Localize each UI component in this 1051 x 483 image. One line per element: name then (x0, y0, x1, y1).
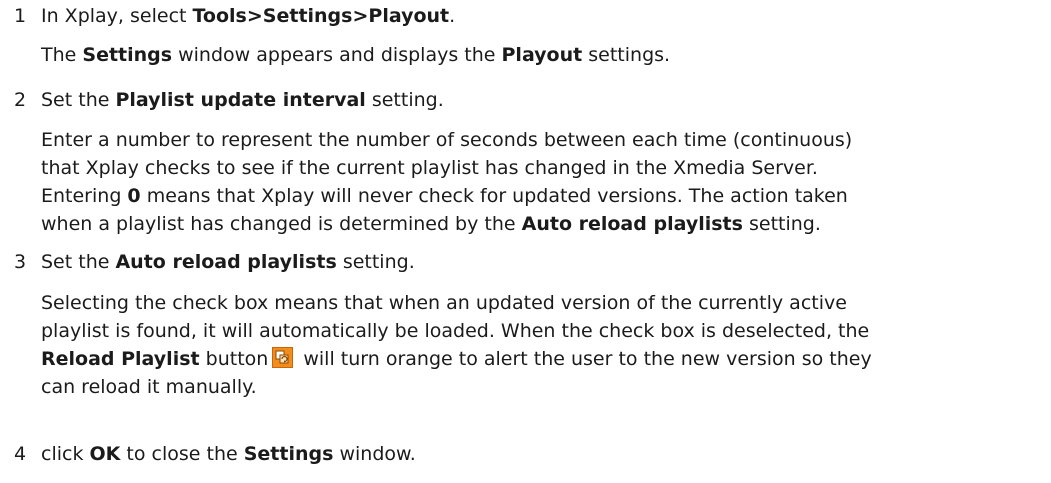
text: when a playlist has changed is determine… (41, 213, 522, 235)
step-1-instruction: In Xplay, select Tools>Settings>Playout. (41, 2, 1045, 30)
text: The (41, 44, 83, 66)
detail-line: Reload Playlist button will turn orange … (41, 345, 1045, 373)
reload-playlist-icon (272, 347, 294, 368)
step-1-number: 1 (14, 5, 27, 27)
detail-line: can reload it manually. (41, 376, 257, 398)
step-3-number: 3 (14, 251, 27, 273)
text: . (449, 5, 456, 27)
setting-name: Auto reload playlists (115, 251, 337, 273)
step-4-instruction: click OK to close the Settings window. (41, 440, 1045, 468)
step-3-instruction: Set the Auto reload playlists setting. (41, 248, 1045, 276)
button-name: OK (89, 443, 121, 465)
detail-line: Selecting the check box means that when … (41, 292, 847, 314)
text: settings. (582, 44, 671, 66)
text: Set the (41, 251, 116, 273)
text: In Xplay, select (41, 5, 193, 27)
value: 0 (127, 185, 141, 207)
text: Entering (41, 185, 128, 207)
text: Set the (41, 89, 116, 111)
step-1-result: The Settings window appears and displays… (41, 41, 1045, 69)
detail-line: when a playlist has changed is determine… (41, 210, 1045, 238)
step-3-detail: Selecting the check box means that when … (41, 289, 1045, 401)
step-2-number: 2 (14, 89, 27, 111)
menu-path: Tools>Settings>Playout (192, 5, 450, 27)
text: button (199, 348, 269, 370)
text: setting. (365, 89, 444, 111)
button-name: Reload Playlist (41, 348, 200, 370)
step-2-detail: Enter a number to represent the number o… (41, 126, 1045, 238)
step-4-number: 4 (14, 443, 27, 465)
text: setting. (336, 251, 415, 273)
settings-name: Playout (501, 44, 583, 66)
procedure-document: 1 In Xplay, select Tools>Settings>Playou… (0, 0, 1051, 483)
detail-line: that Xplay checks to see if the current … (41, 157, 818, 179)
text: setting. (742, 213, 821, 235)
detail-line: Entering 0 means that Xplay will never c… (41, 182, 1045, 210)
text: window appears and displays the (172, 44, 502, 66)
text: means that Xplay will never check for up… (140, 185, 848, 207)
setting-name: Auto reload playlists (521, 213, 743, 235)
text: to close the (120, 443, 244, 465)
window-name: Settings (243, 443, 334, 465)
step-2-instruction: Set the Playlist update interval setting… (41, 86, 1045, 114)
setting-name: Playlist update interval (115, 89, 366, 111)
text: click (41, 443, 90, 465)
window-name: Settings (82, 44, 173, 66)
text: will turn orange to alert the user to th… (297, 348, 872, 370)
text: window. (333, 443, 416, 465)
detail-line: Enter a number to represent the number o… (41, 129, 853, 151)
detail-line: playlist is found, it will automatically… (41, 320, 870, 342)
